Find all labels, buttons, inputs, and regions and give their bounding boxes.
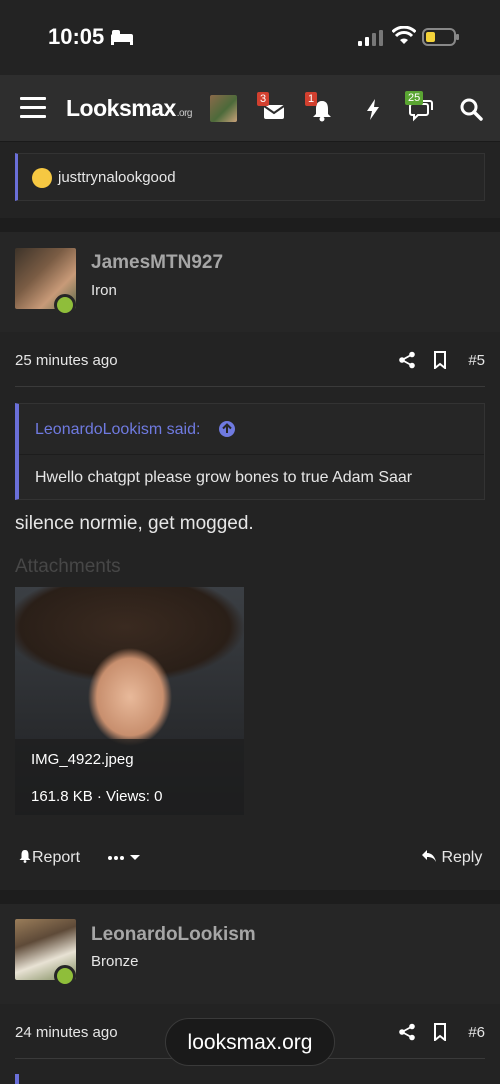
bookmark-icon[interactable] [433, 1023, 447, 1041]
report-label: Report [32, 849, 81, 866]
quoted-username[interactable]: justtrynalookgood [58, 169, 176, 186]
quote-attribution[interactable]: LeonardoLookism said: [19, 404, 484, 455]
post-meta: 25 minutes ago #5 [15, 336, 485, 387]
quote-text: Hwello chatgpt please grow bones to true… [35, 469, 413, 486]
post-time[interactable]: 25 minutes ago [15, 352, 118, 369]
conversations-badge: 3 [257, 92, 270, 106]
attachments-heading: Attachments [15, 556, 121, 577]
more-options-button[interactable] [107, 846, 141, 871]
reply-arrow-icon [422, 850, 436, 862]
post-separator [0, 218, 500, 232]
bolt-icon [367, 99, 379, 120]
post-number[interactable]: #5 [468, 352, 485, 369]
online-indicator [54, 294, 76, 316]
poster-rank: Iron [91, 282, 117, 299]
poster-username[interactable]: LeonardoLookism [91, 924, 256, 946]
post-body: silence normie, get mogged. [15, 513, 254, 534]
post-number[interactable]: #6 [468, 1024, 485, 1041]
share-icon[interactable] [398, 351, 416, 369]
caret-down-icon [130, 855, 141, 860]
attachment-filename[interactable]: IMG_4922.jpeg [31, 751, 134, 768]
ellipsis-icon [108, 856, 124, 860]
chat-button[interactable]: 25 [405, 91, 436, 123]
chat-badge: 25 [405, 91, 424, 105]
search-icon [460, 98, 483, 121]
alerts-button[interactable]: 1 [305, 92, 336, 123]
poster-rank: Bronze [91, 953, 139, 970]
whats-new-button[interactable] [359, 95, 387, 123]
reply-button[interactable]: Reply [421, 849, 482, 867]
post-header: JamesMTN927 Iron [0, 232, 500, 332]
search-button[interactable] [457, 95, 485, 123]
post-actions: Report Reply [0, 830, 500, 886]
thinking-emoji-icon [32, 168, 52, 188]
status-time: 10:05 [48, 24, 105, 49]
quoted-mention: justtrynalookgood [15, 153, 485, 201]
site-logo[interactable]: Looksmax.org [66, 95, 193, 122]
bookmark-icon[interactable] [433, 351, 447, 369]
url-text: looksmax.org [187, 1031, 313, 1054]
menu-icon[interactable] [20, 97, 46, 119]
bell-icon [19, 850, 31, 863]
post-header: LeonardoLookism Bronze [0, 904, 500, 1004]
battery-icon [422, 28, 459, 46]
share-icon[interactable] [398, 1023, 416, 1041]
post-separator [0, 890, 500, 904]
poster-username[interactable]: JamesMTN927 [91, 252, 223, 274]
status-bar: 10:05 [0, 0, 500, 75]
report-button[interactable]: Report [18, 849, 80, 867]
arrow-up-circle-icon[interactable] [218, 420, 236, 438]
cellular-signal-icon [358, 30, 383, 46]
conversations-button[interactable]: 3 [257, 92, 288, 123]
reply-label: Reply [441, 849, 483, 866]
alerts-badge: 1 [305, 92, 318, 106]
wifi-icon [392, 26, 416, 44]
sleep-focus-icon [111, 30, 133, 45]
user-avatar[interactable] [210, 95, 237, 122]
online-indicator [54, 965, 76, 987]
post-time[interactable]: 24 minutes ago [15, 1024, 118, 1041]
attachment-meta: 161.8 KB · Views: 0 [31, 788, 163, 805]
quote-author[interactable]: LeonardoLookism said: [35, 421, 200, 439]
attachment-thumbnail[interactable]: IMG_4922.jpeg 161.8 KB · Views: 0 [15, 587, 244, 815]
url-pill[interactable]: looksmax.org [165, 1018, 335, 1066]
quote-border [15, 1074, 19, 1084]
block-quote: LeonardoLookism said: Hwello chatgpt ple… [15, 403, 485, 500]
top-navbar: Looksmax.org 3 1 25 [0, 75, 500, 142]
